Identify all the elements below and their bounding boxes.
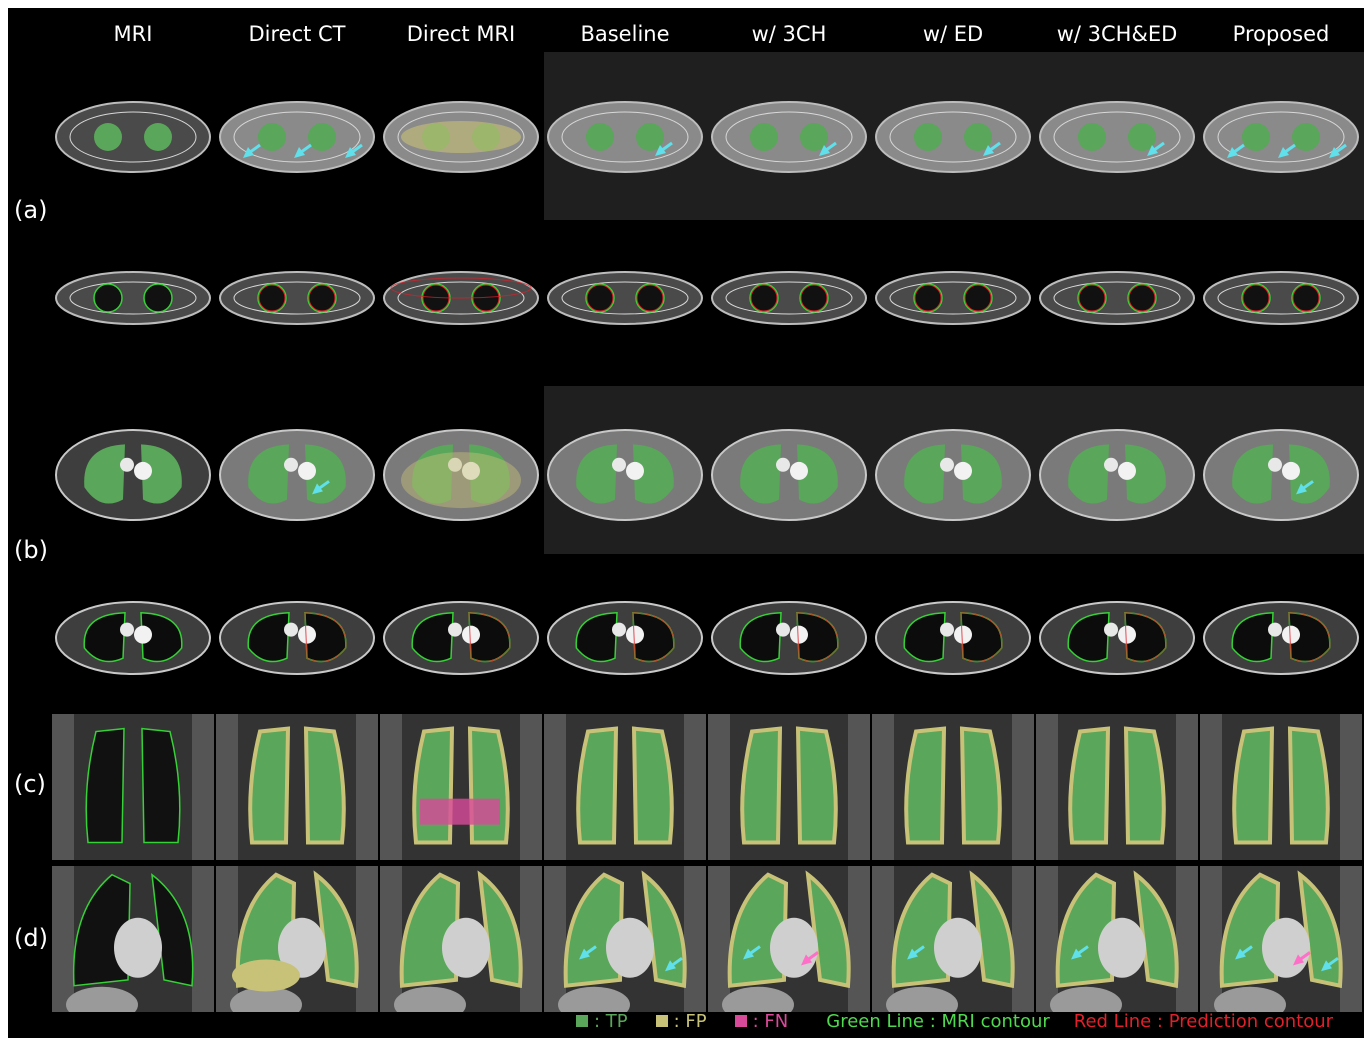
column-header-w-3ch-ed: w/ 3CH&ED — [1056, 22, 1178, 46]
tile-c-coronal-direct-mri — [380, 714, 542, 860]
tile-b-contour-baseline — [544, 596, 706, 680]
tile-a-overlay-w-3ch — [708, 88, 870, 186]
tile-b-contour-w-3ch-ed — [1036, 596, 1198, 680]
tile-c-coronal-baseline — [544, 714, 706, 860]
tile-a-contour-w-3ch — [708, 258, 870, 338]
tile-d-coronal-mri — [52, 866, 214, 1012]
tile-a-contour-baseline — [544, 258, 706, 338]
column-header-direct-mri: Direct MRI — [406, 22, 516, 46]
tile-b-contour-direct-ct — [216, 596, 378, 680]
tile-a-overlay-proposed — [1200, 88, 1362, 186]
tile-b-overlay-w-ed — [872, 424, 1034, 526]
tile-b-contour-w-3ch — [708, 596, 870, 680]
tile-c-coronal-w-3ch — [708, 714, 870, 860]
tile-a-contour-direct-ct — [216, 258, 378, 338]
tile-a-overlay-w-3ch-ed — [1036, 88, 1198, 186]
column-header-baseline: Baseline — [580, 22, 670, 46]
fp-swatch — [655, 1015, 668, 1027]
fn-label: : FN — [752, 1010, 789, 1032]
figure: MRI Direct CT Direct MRI Baseline w/ 3CH… — [8, 8, 1364, 1038]
tile-b-contour-direct-mri — [380, 596, 542, 680]
green-line-label: Green Line : MRI contour — [826, 1010, 1050, 1032]
tile-b-overlay-w-3ch-ed — [1036, 424, 1198, 526]
tile-d-coronal-direct-ct — [216, 866, 378, 1012]
tile-b-contour-mri — [52, 596, 214, 680]
tile-d-coronal-w-3ch — [708, 866, 870, 1012]
tile-a-contour-w-ed — [872, 258, 1034, 338]
row-label-a: (a) — [14, 196, 48, 224]
tile-c-coronal-direct-ct — [216, 714, 378, 860]
row-label-d: (d) — [14, 924, 48, 952]
tile-a-overlay-direct-mri — [380, 88, 542, 186]
tile-d-coronal-baseline — [544, 866, 706, 1012]
tile-b-overlay-direct-ct — [216, 424, 378, 526]
tile-d-coronal-direct-mri — [380, 866, 542, 1012]
tile-b-overlay-mri — [52, 424, 214, 526]
row-label-b: (b) — [14, 536, 48, 564]
tp-swatch — [576, 1015, 588, 1027]
column-header-direct-ct: Direct CT — [248, 22, 346, 46]
tp-label: : TP — [594, 1010, 628, 1032]
tile-c-coronal-w-3ch-ed — [1036, 714, 1198, 860]
column-header-w-3ch: w/ 3CH — [751, 22, 827, 46]
tile-a-contour-w-3ch-ed — [1036, 258, 1198, 338]
tile-a-overlay-baseline — [544, 88, 706, 186]
column-header-w-ed: w/ ED — [922, 22, 984, 46]
tile-c-coronal-proposed — [1200, 714, 1362, 860]
tile-d-coronal-w-3ch-ed — [1036, 866, 1198, 1012]
column-header-proposed: Proposed — [1232, 22, 1330, 46]
tile-a-contour-direct-mri — [380, 258, 542, 338]
row-label-c: (c) — [14, 770, 46, 798]
legend: : TP : FP : FN Green Line : MRI contour … — [568, 1008, 1347, 1034]
tile-b-overlay-w-3ch — [708, 424, 870, 526]
fn-swatch — [734, 1015, 747, 1027]
column-header-mri: MRI — [113, 22, 153, 46]
red-line-label: Red Line : Prediction contour — [1073, 1010, 1334, 1032]
tile-a-contour-mri — [52, 258, 214, 338]
tile-d-coronal-proposed — [1200, 866, 1362, 1012]
tile-b-contour-proposed — [1200, 596, 1362, 680]
tile-a-contour-proposed — [1200, 258, 1362, 338]
tile-c-coronal-mri — [52, 714, 214, 860]
tile-a-overlay-w-ed — [872, 88, 1034, 186]
tile-a-overlay-direct-ct — [216, 88, 378, 186]
tile-a-overlay-mri — [52, 88, 214, 186]
tile-d-coronal-w-ed — [872, 866, 1034, 1012]
tile-c-coronal-w-ed — [872, 714, 1034, 860]
tile-b-overlay-proposed — [1200, 424, 1362, 526]
tile-b-overlay-direct-mri — [380, 424, 542, 526]
tile-b-contour-w-ed — [872, 596, 1034, 680]
tile-b-overlay-baseline — [544, 424, 706, 526]
fp-label: : FP — [673, 1010, 707, 1032]
